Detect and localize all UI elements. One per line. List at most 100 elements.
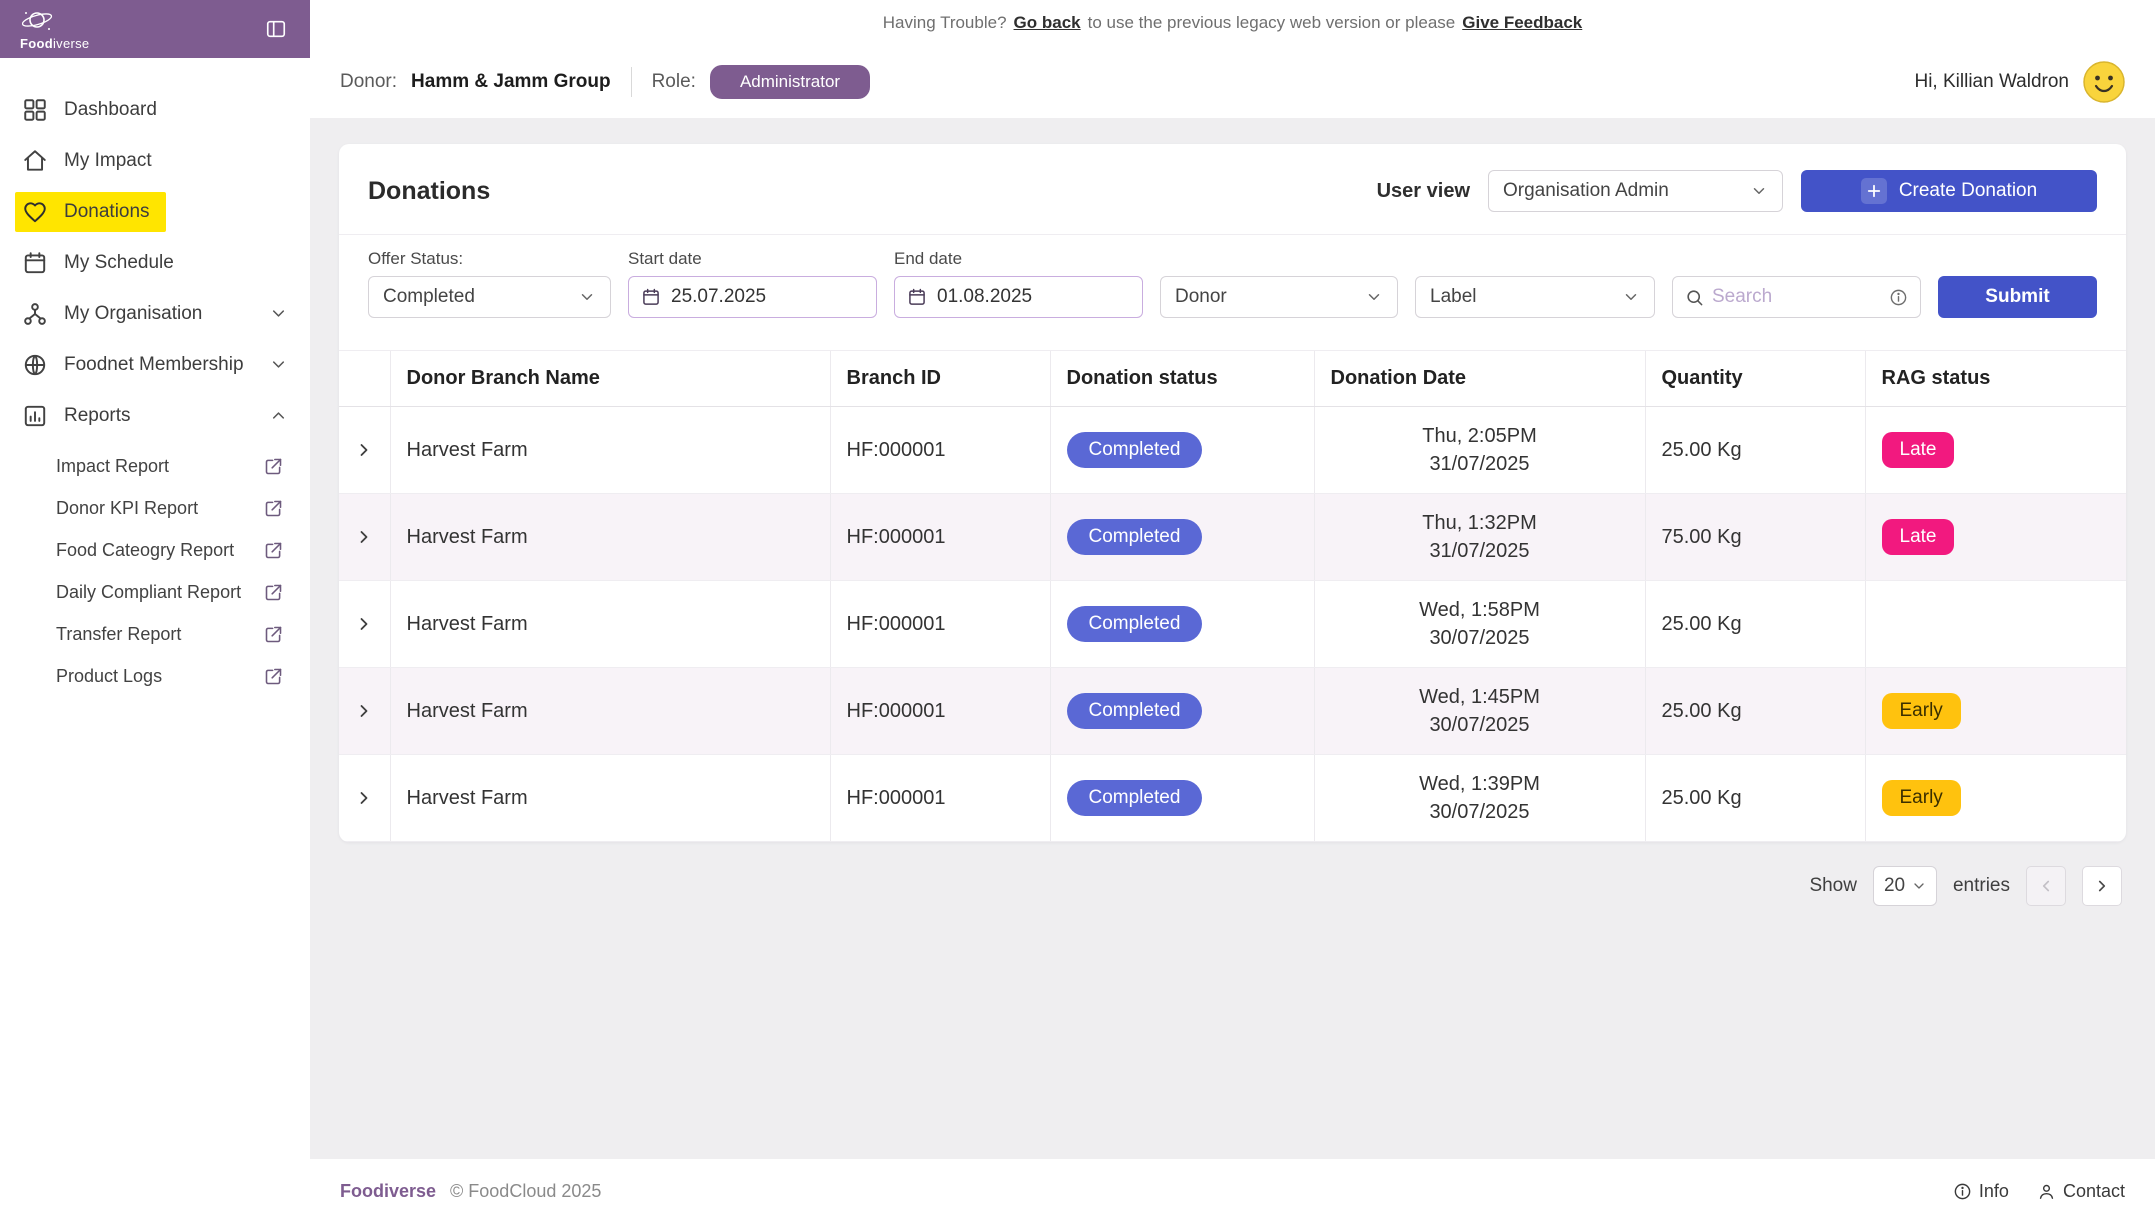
card-header-actions: User view Organisation Admin Create Dona… — [1377, 170, 2097, 212]
external-link-icon — [263, 582, 284, 603]
divider — [631, 67, 632, 97]
end-date-label: End date — [894, 249, 1143, 269]
previous-page-button[interactable] — [2026, 866, 2066, 906]
create-donation-label: Create Donation — [1899, 180, 2037, 202]
active-highlight: Donations — [15, 192, 166, 232]
sidebar-collapse-icon[interactable] — [262, 15, 290, 43]
quantity-cell: 25.00 Kg — [1645, 755, 1865, 842]
date-cell: Wed, 1:58PM30/07/2025 — [1314, 581, 1645, 668]
bar-chart-icon — [22, 403, 48, 429]
sidebar-item-my-impact[interactable]: My Impact — [0, 135, 310, 186]
external-link-icon — [263, 498, 284, 519]
branch-id-cell: HF:000001 — [830, 407, 1050, 494]
chevron-down-icon — [578, 288, 596, 306]
contact-link[interactable]: Contact — [2037, 1181, 2125, 1202]
donor-select-value: Donor — [1175, 286, 1227, 308]
page-title: Donations — [368, 177, 490, 206]
sidebar-subitem-product-logs[interactable]: Product Logs — [0, 655, 310, 697]
calendar-icon — [641, 287, 661, 307]
info-link[interactable]: Info — [1953, 1181, 2009, 1202]
quantity-cell: 25.00 Kg — [1645, 407, 1865, 494]
status-cell: Completed — [1050, 581, 1314, 668]
heart-donation-icon — [22, 199, 48, 225]
role-label: Role: — [652, 71, 696, 93]
sidebar-item-dashboard[interactable]: Dashboard — [0, 84, 310, 135]
column-header: Donor Branch Name — [390, 351, 830, 407]
footer: Foodiverse © FoodCloud 2025 Info Contact — [310, 1159, 2155, 1223]
chevron-right-icon — [2093, 877, 2111, 895]
create-donation-button[interactable]: Create Donation — [1801, 170, 2097, 212]
start-date-input[interactable]: 25.07.2025 — [628, 276, 877, 318]
label-select-value: Label — [1430, 286, 1477, 308]
date-time: Wed, 1:39PM — [1419, 773, 1540, 795]
search-input[interactable] — [1712, 286, 1881, 308]
sidebar-subitem-food-category-report[interactable]: Food Cateogry Report — [0, 529, 310, 571]
date-day: 30/07/2025 — [1429, 801, 1529, 823]
calendar-icon — [907, 287, 927, 307]
donor-filter-field: Donor — [1160, 276, 1398, 318]
info-icon[interactable] — [1889, 288, 1908, 307]
status-cell: Completed — [1050, 494, 1314, 581]
footer-brand[interactable]: Foodiverse — [340, 1181, 436, 1202]
sidebar-item-reports[interactable]: Reports — [0, 390, 310, 441]
subitem-label: Product Logs — [56, 666, 162, 687]
user-view-select[interactable]: Organisation Admin — [1488, 170, 1783, 212]
page-size-select[interactable]: 20 — [1873, 866, 1937, 906]
info-icon — [1953, 1182, 1972, 1201]
external-link-icon — [263, 456, 284, 477]
sidebar-item-my-schedule[interactable]: My Schedule — [0, 237, 310, 288]
expand-row-icon[interactable] — [347, 781, 381, 815]
expand-row-icon[interactable] — [347, 607, 381, 641]
donor-name: Hamm & Jamm Group — [411, 71, 611, 93]
external-link-icon — [263, 666, 284, 687]
quantity-cell: 25.00 Kg — [1645, 668, 1865, 755]
status-cell: Completed — [1050, 407, 1314, 494]
label-select[interactable]: Label — [1415, 276, 1655, 318]
home-icon — [22, 148, 48, 174]
banner-text: to use the previous legacy web version o… — [1088, 13, 1456, 33]
donor-role-info: Donor: Hamm & Jamm Group Role: Administr… — [340, 65, 870, 99]
go-back-link[interactable]: Go back — [1014, 13, 1081, 33]
sidebar-item-foodnet-membership[interactable]: Foodnet Membership — [0, 339, 310, 390]
sidebar-subitem-impact-report[interactable]: Impact Report — [0, 445, 310, 487]
chevron-down-icon — [1911, 878, 1927, 894]
submit-button[interactable]: Submit — [1938, 276, 2097, 318]
status-badge: Completed — [1067, 780, 1203, 816]
filters-bar: Offer Status: Completed Start date — [339, 235, 2126, 350]
sidebar-subitem-transfer-report[interactable]: Transfer Report — [0, 613, 310, 655]
plus-icon — [1861, 178, 1887, 204]
offer-status-field: Offer Status: Completed — [368, 249, 611, 318]
sidebar-item-donations[interactable]: Donations — [0, 186, 310, 237]
info-label: Info — [1979, 1181, 2009, 1202]
sidebar-item-my-organisation[interactable]: My Organisation — [0, 288, 310, 339]
show-label: Show — [1809, 875, 1857, 897]
sidebar-item-label: Foodnet Membership — [64, 354, 244, 376]
planet-logo-icon — [20, 8, 54, 35]
offer-status-select[interactable]: Completed — [368, 276, 611, 318]
content-area: Donations User view Organisation Admin C… — [310, 118, 2155, 1159]
rag-cell: Late — [1865, 494, 2126, 581]
donor-select[interactable]: Donor — [1160, 276, 1398, 318]
date-cell: Thu, 2:05PM31/07/2025 — [1314, 407, 1645, 494]
status-badge: Completed — [1067, 606, 1203, 642]
expand-row-icon[interactable] — [347, 433, 381, 467]
branch-id-cell: HF:000001 — [830, 494, 1050, 581]
chevron-down-icon — [1622, 288, 1640, 306]
expand-column-header — [339, 351, 390, 407]
give-feedback-link[interactable]: Give Feedback — [1462, 13, 1582, 33]
end-date-input[interactable]: 01.08.2025 — [894, 276, 1143, 318]
branch-id-cell: HF:000001 — [830, 668, 1050, 755]
next-page-button[interactable] — [2082, 866, 2122, 906]
pagination: Show 20 entries — [339, 842, 2126, 906]
expand-row-icon[interactable] — [347, 520, 381, 554]
avatar[interactable] — [2083, 61, 2125, 103]
column-header: Donation Date — [1314, 351, 1645, 407]
start-date-value: 25.07.2025 — [671, 286, 766, 308]
expand-row-icon[interactable] — [347, 694, 381, 728]
sidebar-subitem-donor-kpi-report[interactable]: Donor KPI Report — [0, 487, 310, 529]
legacy-version-banner: Having Trouble? Go back to use the previ… — [310, 0, 2155, 45]
sidebar-subitem-daily-compliant-report[interactable]: Daily Compliant Report — [0, 571, 310, 613]
entries-label: entries — [1953, 875, 2010, 897]
date-day: 31/07/2025 — [1429, 540, 1529, 562]
branch-name-cell: Harvest Farm — [390, 581, 830, 668]
